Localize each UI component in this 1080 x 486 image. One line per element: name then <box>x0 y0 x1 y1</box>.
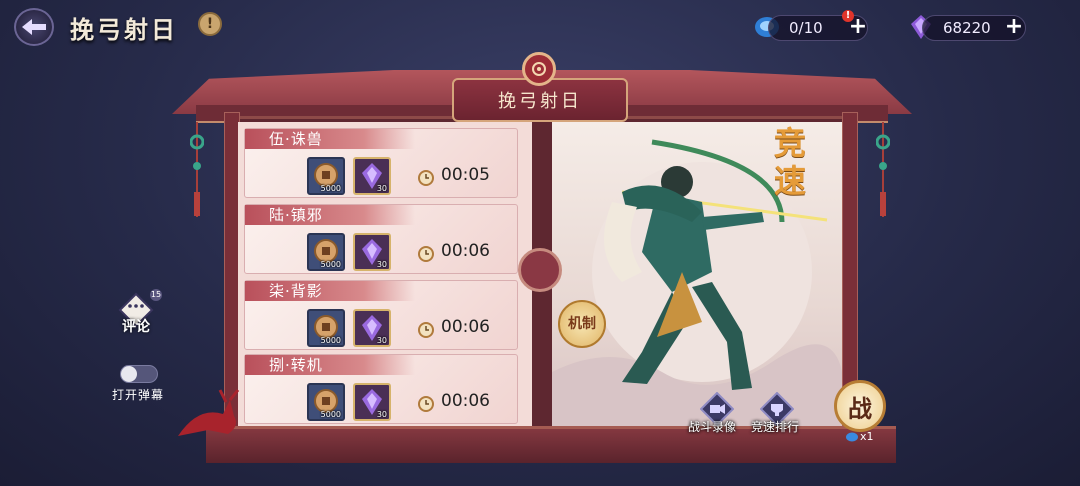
coin-quantity: 5000 <box>320 410 341 419</box>
speed-ranking-label: 竞速排行 <box>751 420 800 434</box>
left-charm-icon <box>190 122 204 217</box>
level-card[interactable]: 捌·转机 5000 30 00:06 <box>244 354 518 424</box>
panel-divider-knob <box>518 248 562 292</box>
comment-label: 评论 <box>122 319 150 335</box>
level-card[interactable]: 伍·诛兽 5000 30 00:05 <box>244 128 518 198</box>
gem-quantity: 30 <box>376 260 387 269</box>
clock-icon <box>418 246 434 262</box>
level-name: 捌·转机 <box>245 355 415 375</box>
battle-cost-value: x1 <box>860 430 874 443</box>
speed-mode-tag: 竞速 <box>773 124 806 200</box>
back-arrow-icon <box>22 19 46 35</box>
page-title: 挽弓射日 <box>70 15 178 44</box>
clear-time: 00:06 <box>441 317 490 337</box>
level-card[interactable]: 陆·镇邪 5000 30 00:06 <box>244 204 518 274</box>
deer-emblem-icon <box>178 389 240 436</box>
coin-reward[interactable]: 5000 <box>307 309 345 347</box>
clock-icon <box>418 322 434 338</box>
level-name: 柒·背影 <box>245 281 415 301</box>
back-button[interactable] <box>14 8 54 46</box>
danmaku-label: 打开弹幕 <box>112 388 165 402</box>
coin-reward[interactable]: 5000 <box>307 157 345 195</box>
clear-time: 00:05 <box>441 165 490 185</box>
info-icon[interactable]: ! <box>198 12 222 36</box>
danmaku-toggle-knob[interactable] <box>121 366 137 382</box>
gem-quantity: 30 <box>376 410 387 419</box>
gem-reward[interactable]: 30 <box>353 383 391 421</box>
battle-button[interactable]: 战 <box>834 380 886 432</box>
level-name: 伍·诛兽 <box>245 129 415 149</box>
coin-quantity: 5000 <box>320 184 341 193</box>
add-gems-button[interactable]: + <box>1002 16 1026 40</box>
battle-cost: x1 <box>846 430 874 443</box>
sun-emblem-icon <box>522 52 556 86</box>
gem-reward[interactable]: 30 <box>353 157 391 195</box>
stamina-orb-icon <box>846 432 858 441</box>
coin-reward[interactable]: 5000 <box>307 383 345 421</box>
level-card[interactable]: 柒·背影 5000 30 00:06 <box>244 280 518 350</box>
clear-time: 00:06 <box>441 391 490 411</box>
clear-time: 00:06 <box>441 241 490 261</box>
coin-quantity: 5000 <box>320 260 341 269</box>
gem-value: 68220 <box>943 19 991 37</box>
gem-reward[interactable]: 30 <box>353 309 391 347</box>
coin-quantity: 5000 <box>320 336 341 345</box>
level-name: 陆·镇邪 <box>245 205 415 225</box>
gem-reward[interactable]: 30 <box>353 233 391 271</box>
battle-record-label: 战斗录像 <box>688 420 737 434</box>
clock-icon <box>418 396 434 412</box>
gem-quantity: 30 <box>376 184 387 193</box>
comment-count-badge: 15 <box>150 289 162 301</box>
alert-badge: ! <box>842 10 854 22</box>
clock-icon <box>418 170 434 186</box>
gem-quantity: 30 <box>376 336 387 345</box>
coin-reward[interactable]: 5000 <box>307 233 345 271</box>
right-charm-icon <box>876 122 890 217</box>
stamina-value: 0/10 <box>789 19 823 37</box>
mechanism-tag: 机制 <box>558 300 606 348</box>
